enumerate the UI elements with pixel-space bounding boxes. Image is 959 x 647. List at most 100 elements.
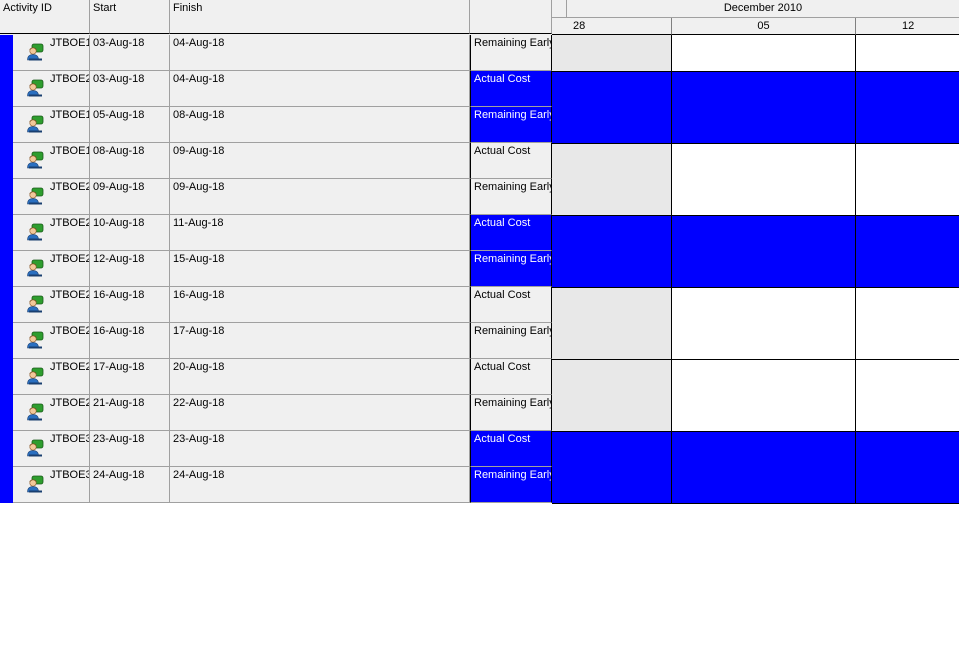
gantt-week-cell	[856, 143, 959, 179]
spreadsheet-type-cell[interactable]: Actual Cost	[470, 359, 552, 395]
table-row[interactable]: JTBOE2309-Aug-1809-Aug-18Remaining Early	[0, 179, 959, 215]
finish-date-cell[interactable]: 17-Aug-18	[170, 323, 470, 359]
table-row[interactable]: JTBOE3124-Aug-1824-Aug-18Remaining Early	[0, 467, 959, 503]
table-row[interactable]: JTBOE1705-Aug-1808-Aug-18Remaining Early	[0, 107, 959, 143]
gantt-row[interactable]	[552, 359, 959, 395]
start-date-cell[interactable]: 09-Aug-18	[90, 179, 170, 215]
spreadsheet-type-cell[interactable]: Remaining Early	[470, 179, 552, 215]
column-header-start[interactable]: Start	[90, 0, 170, 34]
column-header-type[interactable]	[470, 0, 552, 34]
table-row[interactable]: JTBOE2921-Aug-1822-Aug-18Remaining Early	[0, 395, 959, 431]
spreadsheet-type-cell[interactable]: Remaining Early	[470, 323, 552, 359]
spreadsheet-type-cell[interactable]: Actual Cost	[470, 143, 552, 179]
column-header-finish[interactable]: Finish	[170, 0, 470, 34]
gantt-row[interactable]	[552, 323, 959, 359]
spreadsheet-type-cell[interactable]: Remaining Early	[470, 35, 552, 71]
gantt-week-cell	[552, 359, 672, 395]
activity-id-cell[interactable]: JTBOE31	[13, 467, 90, 503]
finish-date-cell[interactable]: 11-Aug-18	[170, 215, 470, 251]
table-header: Activity ID Start Finish December 2010 2…	[0, 0, 959, 35]
finish-date-cell[interactable]: 22-Aug-18	[170, 395, 470, 431]
start-date-cell[interactable]: 03-Aug-18	[90, 71, 170, 107]
column-header-label: Activity ID	[3, 2, 52, 14]
table-row[interactable]: JTBOE2817-Aug-1820-Aug-18Actual Cost	[0, 359, 959, 395]
start-date-cell[interactable]: 12-Aug-18	[90, 251, 170, 287]
spreadsheet-type-cell[interactable]: Remaining Early	[470, 395, 552, 431]
start-date-cell[interactable]: 10-Aug-18	[90, 215, 170, 251]
table-row[interactable]: JTBOE2716-Aug-1816-Aug-18Actual Cost	[0, 287, 959, 323]
finish-date-cell[interactable]: 23-Aug-18	[170, 431, 470, 467]
activity-id-cell[interactable]: JTBOE25	[13, 251, 90, 287]
spreadsheet-type-cell[interactable]: Remaining Early	[470, 467, 552, 503]
activity-id-cell[interactable]: JTBOE28	[13, 359, 90, 395]
table-row[interactable]: JTBOE1808-Aug-1809-Aug-18Actual Cost	[0, 143, 959, 179]
activity-resource-icon	[26, 223, 44, 241]
gantt-row[interactable]	[552, 107, 959, 143]
spreadsheet-type-cell[interactable]: Actual Cost	[470, 431, 552, 467]
finish-date-cell[interactable]: 15-Aug-18	[170, 251, 470, 287]
gantt-row[interactable]	[552, 179, 959, 215]
spreadsheet-type-cell[interactable]: Actual Cost	[470, 71, 552, 107]
gantt-week-cell	[552, 323, 672, 359]
finish-date-cell[interactable]: 16-Aug-18	[170, 287, 470, 323]
gantt-row[interactable]	[552, 287, 959, 323]
activity-id-cell[interactable]: JTBOE24	[13, 215, 90, 251]
activity-id-cell[interactable]: JTBOE26	[13, 323, 90, 359]
gantt-week-cell	[672, 323, 856, 359]
gantt-week-cell	[672, 395, 856, 431]
activity-id-cell[interactable]: JTBOE10	[13, 35, 90, 71]
gantt-divider	[552, 215, 959, 216]
gantt-week-cell	[552, 431, 672, 467]
spreadsheet-type-cell[interactable]: Actual Cost	[470, 287, 552, 323]
start-date-cell[interactable]: 03-Aug-18	[90, 35, 170, 71]
finish-date-cell[interactable]: 24-Aug-18	[170, 467, 470, 503]
column-header-activity-id[interactable]: Activity ID	[0, 0, 90, 34]
finish-date-cell[interactable]: 09-Aug-18	[170, 179, 470, 215]
start-date-cell[interactable]: 05-Aug-18	[90, 107, 170, 143]
table-row[interactable]: JTBOE2203-Aug-1804-Aug-18Actual Cost	[0, 71, 959, 107]
gantt-row[interactable]	[552, 431, 959, 467]
gantt-row[interactable]	[552, 143, 959, 179]
table-row[interactable]: JTBOE2410-Aug-1811-Aug-18Actual Cost	[0, 215, 959, 251]
activity-id-cell[interactable]: JTBOE17	[13, 107, 90, 143]
start-date-cell[interactable]: 21-Aug-18	[90, 395, 170, 431]
finish-date-cell[interactable]: 04-Aug-18	[170, 35, 470, 71]
activity-id-cell[interactable]: JTBOE23	[13, 179, 90, 215]
start-date-cell[interactable]: 16-Aug-18	[90, 287, 170, 323]
start-date-cell[interactable]: 08-Aug-18	[90, 143, 170, 179]
finish-date-cell[interactable]: 04-Aug-18	[170, 71, 470, 107]
start-date-cell[interactable]: 24-Aug-18	[90, 467, 170, 503]
activity-resource-icon	[26, 439, 44, 457]
start-date-cell[interactable]: 16-Aug-18	[90, 323, 170, 359]
spreadsheet-type-cell[interactable]: Actual Cost	[470, 215, 552, 251]
gantt-week-cell	[552, 71, 672, 107]
activity-id-text: JTBOE23	[50, 181, 89, 193]
finish-date-cell[interactable]: 09-Aug-18	[170, 143, 470, 179]
activity-id-cell[interactable]: JTBOE29	[13, 395, 90, 431]
gantt-row[interactable]	[552, 251, 959, 287]
table-row[interactable]: JTBOE3023-Aug-1823-Aug-18Actual Cost	[0, 431, 959, 467]
gantt-row[interactable]	[552, 215, 959, 251]
gantt-row[interactable]	[552, 467, 959, 503]
gantt-row[interactable]	[552, 71, 959, 107]
spreadsheet-type-cell[interactable]: Remaining Early	[470, 251, 552, 287]
spreadsheet-type-cell[interactable]: Remaining Early	[470, 107, 552, 143]
table-row[interactable]: JTBOE2616-Aug-1817-Aug-18Remaining Early	[0, 323, 959, 359]
start-date-cell[interactable]: 23-Aug-18	[90, 431, 170, 467]
gantt-row[interactable]	[552, 395, 959, 431]
activity-resource-icon	[26, 115, 44, 133]
finish-date-cell[interactable]: 20-Aug-18	[170, 359, 470, 395]
column-header-label: Finish	[173, 2, 203, 14]
activity-id-cell[interactable]: JTBOE22	[13, 71, 90, 107]
table-row[interactable]: JTBOE2512-Aug-1815-Aug-18Remaining Early	[0, 251, 959, 287]
activity-id-cell[interactable]: JTBOE27	[13, 287, 90, 323]
table-row[interactable]: JTBOE1003-Aug-1804-Aug-18Remaining Early	[0, 35, 959, 71]
activity-id-cell[interactable]: JTBOE18	[13, 143, 90, 179]
gantt-week-cell	[672, 359, 856, 395]
gantt-week-cell	[552, 287, 672, 323]
start-date-cell[interactable]: 17-Aug-18	[90, 359, 170, 395]
activity-id-cell[interactable]: JTBOE30	[13, 431, 90, 467]
finish-date-cell[interactable]: 08-Aug-18	[170, 107, 470, 143]
gantt-row[interactable]	[552, 35, 959, 71]
gantt-week-cell	[856, 71, 959, 107]
